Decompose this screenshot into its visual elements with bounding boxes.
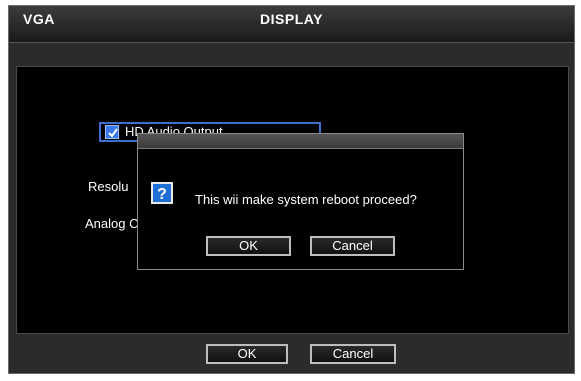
footer-buttons: OK Cancel	[9, 335, 574, 373]
checkmark-icon	[108, 128, 118, 138]
question-icon: ?	[151, 182, 173, 204]
cancel-button[interactable]: Cancel	[310, 344, 396, 364]
dialog-message: This wii make system reboot proceed?	[195, 192, 417, 207]
resolution-label: Resolu	[88, 179, 129, 194]
hd-audio-checkbox[interactable]	[105, 125, 119, 139]
question-mark-glyph: ?	[157, 186, 167, 202]
dialog-cancel-button[interactable]: Cancel	[310, 236, 395, 256]
dialog-ok-button[interactable]: OK	[206, 236, 291, 256]
dialog-title-bar	[138, 134, 463, 149]
analog-label: Analog C	[85, 216, 139, 231]
reboot-confirm-dialog: ? This wii make system reboot proceed? O…	[137, 133, 464, 270]
ok-button[interactable]: OK	[206, 344, 288, 364]
title-bar: VGA DISPLAY	[9, 6, 574, 43]
svg-text:?: ?	[157, 186, 167, 202]
window-title: DISPLAY	[260, 11, 323, 27]
